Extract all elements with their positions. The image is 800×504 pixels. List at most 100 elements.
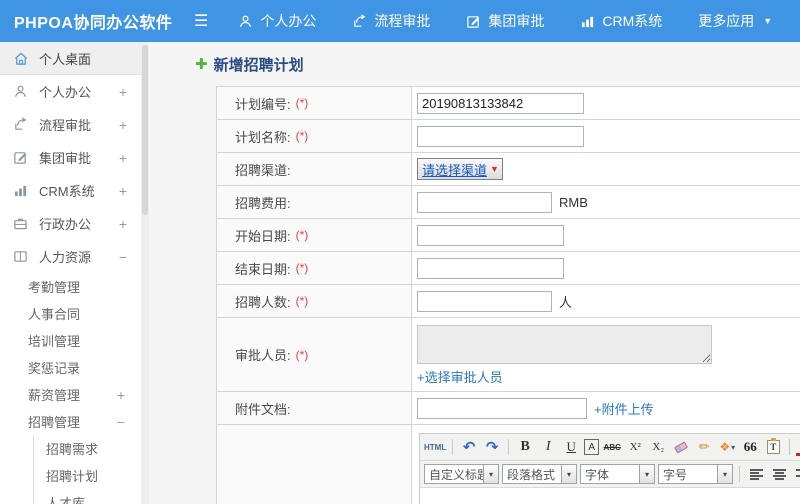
sidebar-item-human-resources[interactable]: 人力资源 −	[0, 240, 141, 273]
expand-plus-icon[interactable]: +	[119, 183, 127, 199]
redo-icon[interactable]: ↷	[482, 437, 502, 457]
editor-toolbar-row2: 自定义标题▾ 段落格式▾ 字体▾ 字号▾ ∞ ∞	[420, 461, 800, 488]
plan-number-input[interactable]	[417, 92, 584, 114]
sidebar-subitem-label: 考勤管理	[28, 280, 81, 295]
sidebar-item-group-approval[interactable]: 集团审批 +	[0, 141, 141, 174]
topmenu-label: 更多应用	[698, 13, 755, 29]
sidebar-item-label: CRM系统	[39, 184, 95, 199]
caret-down-icon: ▾	[561, 465, 576, 483]
topmenu-workflow-approval[interactable]: 流程审批	[352, 11, 430, 31]
toolbar-separator	[739, 466, 740, 482]
channel-select[interactable]: 请选择渠道 ▼	[417, 158, 503, 180]
sidebar-subitem-label: 培训管理	[28, 334, 81, 349]
sidebar-subitem-talent-pool[interactable]: 人才库	[34, 489, 141, 504]
form-row-headcount: 招聘人数: (*) 人	[217, 285, 800, 318]
flow-icon	[13, 117, 30, 133]
align-right-icon[interactable]	[792, 464, 800, 484]
sidebar-subitem-training[interactable]: 培训管理	[0, 327, 141, 354]
align-left-icon[interactable]	[746, 464, 766, 484]
end-date-input[interactable]	[417, 257, 564, 279]
font-style-button[interactable]: A	[584, 439, 600, 455]
superscript-button[interactable]: X²	[625, 437, 645, 457]
plan-name-input[interactable]	[417, 125, 584, 147]
custom-heading-select[interactable]: 自定义标题▾	[424, 464, 499, 484]
sidebar-subitem-attendance[interactable]: 考勤管理	[0, 273, 141, 300]
sidebar-subitem-label: 人事合同	[28, 307, 81, 322]
topmenu-more-apps[interactable]: 更多应用 ▼	[698, 11, 772, 31]
hamburger-icon[interactable]: ☰	[194, 11, 208, 31]
sidebar-item-personal-desktop[interactable]: 个人桌面	[0, 42, 141, 75]
quick-format-icon[interactable]: ❖ ▾	[717, 437, 737, 457]
expand-plus-icon[interactable]: +	[117, 387, 125, 403]
sidebar-subitem-label: 招聘需求	[46, 442, 99, 457]
attachment-input[interactable]	[417, 397, 587, 419]
subscript-button[interactable]: X₂	[648, 437, 668, 457]
form-row-recruit-cost: 招聘费用: RMB	[217, 186, 800, 219]
sidebar-subitem-recruit-plan[interactable]: 招聘计划	[34, 462, 141, 489]
field-label: 结束日期:	[235, 261, 291, 277]
collapse-minus-icon[interactable]: −	[119, 249, 127, 265]
recruit-plan-form: 计划编号: (*) 计划名称: (*) 招聘渠道: 请选择渠道 ▼	[216, 86, 800, 504]
topmenu-personal-office[interactable]: 个人办公	[238, 11, 316, 31]
bold-button[interactable]: B	[515, 437, 535, 457]
app-logo[interactable]: PHPOA协同办公软件	[0, 9, 178, 33]
start-date-input[interactable]	[417, 224, 564, 246]
blockquote-button[interactable]: 66	[740, 437, 760, 457]
topmenu-label: CRM系统	[602, 13, 663, 29]
sidebar-subitem-salary[interactable]: 薪资管理 +	[0, 381, 141, 408]
flow-icon	[352, 13, 367, 29]
expand-plus-icon[interactable]: +	[119, 84, 127, 100]
sidebar-item-label: 集团审批	[39, 151, 92, 166]
sidebar-item-personal-office[interactable]: 个人办公 +	[0, 75, 141, 108]
font-family-select[interactable]: 字体 ▾	[580, 464, 655, 484]
caret-down-icon: ▾	[717, 465, 732, 483]
field-label: 开始日期:	[235, 228, 291, 244]
headcount-input[interactable]	[417, 290, 552, 312]
font-color-button[interactable]: A	[796, 439, 800, 456]
sidebar-subitem-label: 薪资管理	[28, 388, 81, 403]
caret-down-icon: ▾	[483, 465, 498, 483]
sidebar-subitem-label: 奖惩记录	[28, 361, 81, 376]
strikethrough-button[interactable]: ABC	[602, 437, 622, 457]
collapse-minus-icon[interactable]: −	[117, 414, 125, 430]
form-row-plan-number: 计划编号: (*)	[217, 87, 800, 120]
field-label: 招聘渠道:	[235, 162, 291, 178]
expand-plus-icon[interactable]: +	[119, 117, 127, 133]
sidebar-subitem-recruit-demand[interactable]: 招聘需求	[34, 435, 141, 462]
select-approvers-link[interactable]: +选择审批人员	[417, 367, 503, 386]
sidebar-subitem-rewards[interactable]: 奖惩记录	[0, 354, 141, 381]
recruit-cost-input[interactable]	[417, 191, 552, 213]
field-label: 招聘人数:	[235, 294, 291, 310]
topmenu-group-approval[interactable]: 集团审批	[466, 11, 544, 31]
undo-icon[interactable]: ↶	[459, 437, 479, 457]
attachment-upload-link[interactable]: +附件上传	[594, 399, 654, 418]
recruit-submenu: 招聘需求 招聘计划 人才库	[33, 435, 141, 504]
expand-plus-icon[interactable]: +	[119, 216, 127, 232]
font-size-select[interactable]: 字号 ▾	[658, 464, 733, 484]
paste-icon[interactable]: T	[763, 437, 783, 457]
required-mark: (*)	[295, 294, 309, 308]
sidebar-item-workflow-approval[interactable]: 流程审批 +	[0, 108, 141, 141]
caret-down-icon: ▾	[731, 442, 736, 452]
sidebar-subitem-recruit-mgmt[interactable]: 招聘管理 −	[0, 408, 141, 435]
scrollbar-thumb[interactable]	[142, 45, 148, 215]
app-window: PHPOA协同办公软件 ☰ 个人办公 流程审批 集团审批 CRM系统 更多应用 …	[0, 0, 800, 504]
html-source-button[interactable]: HTML	[424, 437, 446, 457]
sidebar-item-crm-system[interactable]: CRM系统 +	[0, 174, 141, 207]
align-center-icon[interactable]	[769, 464, 789, 484]
italic-button[interactable]: I	[538, 437, 558, 457]
underline-button[interactable]: U	[561, 437, 581, 457]
sidebar-item-label: 个人办公	[39, 85, 92, 100]
eraser-icon[interactable]	[671, 437, 691, 457]
expand-plus-icon[interactable]: +	[119, 150, 127, 166]
format-brush-icon[interactable]: ✏	[694, 437, 714, 457]
field-label: 招聘费用:	[235, 195, 291, 211]
paragraph-format-select[interactable]: 段落格式 ▾	[502, 464, 577, 484]
editor-content-area[interactable]	[420, 488, 800, 504]
sidebar-scrollbar[interactable]	[141, 42, 149, 504]
channel-select-value: 请选择渠道	[422, 162, 488, 178]
sidebar-subitem-hr-contract[interactable]: 人事合同	[0, 300, 141, 327]
approvers-textarea[interactable]	[417, 325, 712, 364]
topmenu-crm-system[interactable]: CRM系统	[580, 11, 662, 31]
sidebar-item-admin-office[interactable]: 行政办公 +	[0, 207, 141, 240]
